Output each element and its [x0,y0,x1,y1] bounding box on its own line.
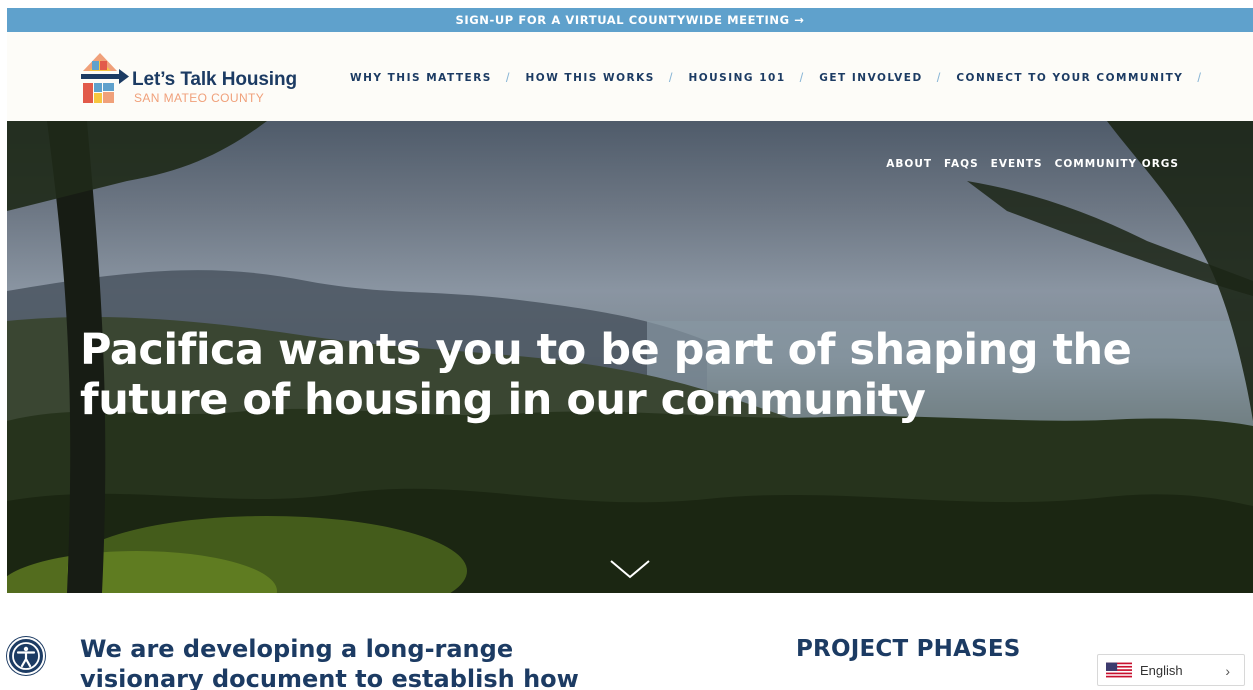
virtual-meeting-link[interactable]: SIGN-UP FOR A VIRTUAL COUNTYWIDE MEETING… [455,13,804,27]
site-logo[interactable]: Let’s Talk Housing SAN MATEO COUNTY [79,47,309,109]
house-logo-icon [81,53,129,103]
nav-separator: / [799,70,804,85]
site-header: Let’s Talk Housing SAN MATEO COUNTY WHY … [7,32,1253,121]
accessibility-button[interactable] [7,637,45,675]
nav-housing-101[interactable]: HOUSING 101 [688,72,785,84]
nav-how-this-works[interactable]: HOW THIS WORKS [525,72,654,84]
logo-title: Let’s Talk Housing [132,69,297,90]
project-phases-heading: PROJECT PHASES [796,636,1021,662]
nav-separator: / [936,70,941,85]
nav-get-involved[interactable]: GET INVOLVED [819,72,922,84]
subnav-about[interactable]: ABOUT [886,158,932,170]
logo-subtitle: SAN MATEO COUNTY [134,91,265,105]
nav-connect-to-your-community[interactable]: CONNECT TO YOUR COMMUNITY [956,72,1183,84]
nav-separator: / [505,70,510,85]
language-selector[interactable]: English › [1097,654,1245,686]
accessibility-icon [12,642,40,670]
main-nav: WHY THIS MATTERS / HOW THIS WORKS / HOUS… [350,70,1217,85]
chevron-down-icon[interactable] [609,559,651,579]
hero-title: Pacifica wants you to be part of shaping… [80,325,1132,425]
subnav-community-orgs[interactable]: COMMUNITY ORGS [1055,158,1179,170]
chevron-right-icon: › [1225,663,1230,679]
subnav-faqs[interactable]: FAQS [944,158,979,170]
top-banner: SIGN-UP FOR A VIRTUAL COUNTYWIDE MEETING… [7,8,1253,32]
language-label: English [1140,662,1183,678]
nav-separator: / [1197,70,1202,85]
intro-heading: We are developing a long-range visionary… [80,635,579,690]
us-flag-icon [1106,662,1132,678]
subnav-events[interactable]: EVENTS [991,158,1043,170]
hero-section: ABOUT FAQS EVENTS COMMUNITY ORGS Pacific… [7,121,1253,593]
nav-separator: / [668,70,673,85]
secondary-nav: ABOUT FAQS EVENTS COMMUNITY ORGS [886,158,1179,170]
nav-why-this-matters[interactable]: WHY THIS MATTERS [350,72,492,84]
